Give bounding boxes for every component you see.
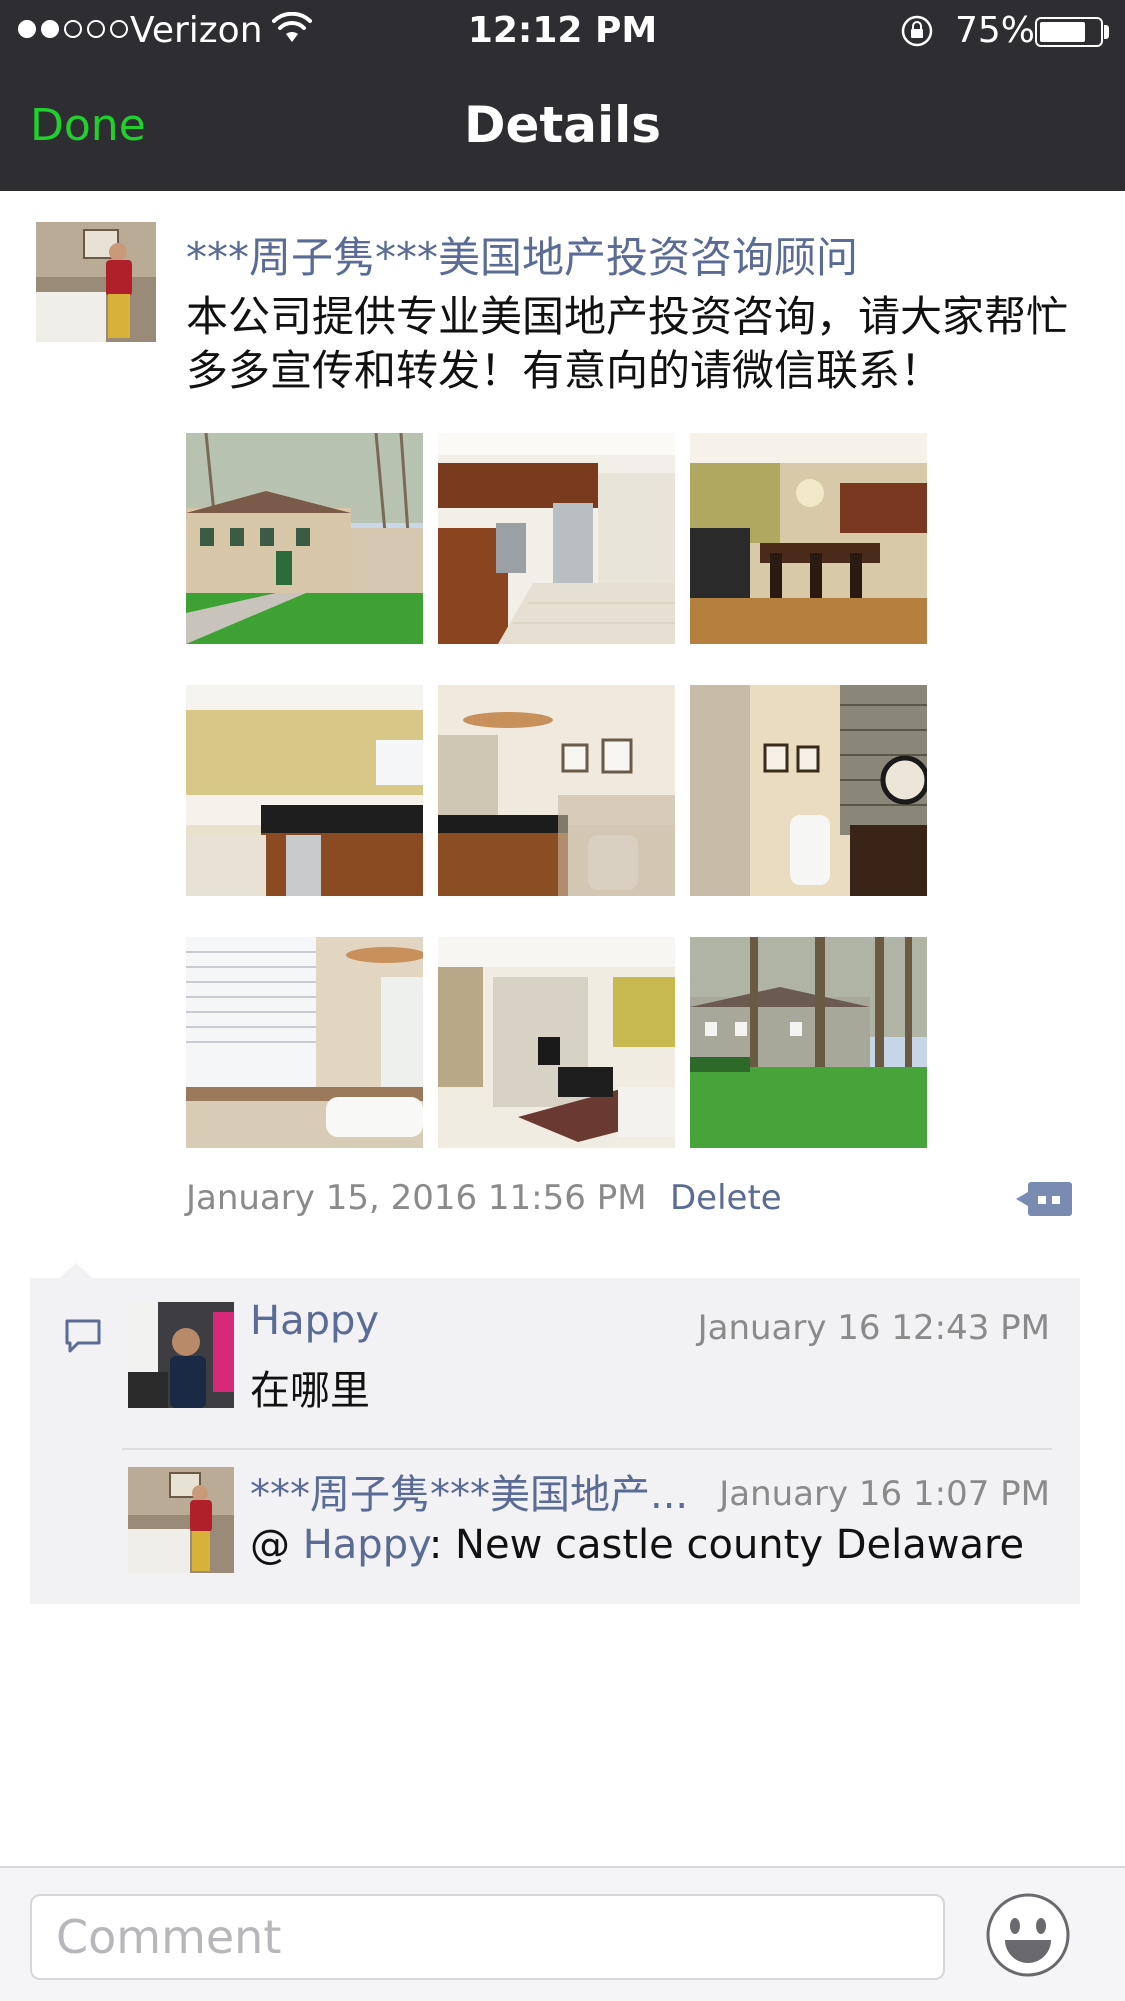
comment-like-menu-icon[interactable] xyxy=(1016,1176,1074,1220)
post-text: 本公司提供专业美国地产投资咨询，请大家帮忙多多宣传和转发！有意向的请微信联系！ xyxy=(186,292,1069,395)
comment-input[interactable] xyxy=(30,1894,945,1980)
post-photo-4[interactable] xyxy=(186,685,423,896)
post-photo-7[interactable] xyxy=(186,937,423,1148)
post-timestamp: January 15, 2016 11:56 PM xyxy=(186,1178,647,1218)
mention-link[interactable]: Happy xyxy=(303,1522,429,1568)
battery-percent: 75% xyxy=(955,10,1036,51)
post-photo-2[interactable] xyxy=(438,433,675,644)
post-photo-3[interactable] xyxy=(690,433,927,644)
post-photo-5[interactable] xyxy=(438,685,675,896)
mention-prefix: @ xyxy=(250,1522,303,1568)
comment-timestamp: January 16 12:43 PM xyxy=(697,1308,1050,1348)
comment-avatar[interactable] xyxy=(128,1302,234,1408)
post-photo-9[interactable] xyxy=(690,937,927,1148)
comment-avatar[interactable] xyxy=(128,1467,234,1573)
comment-text[interactable]: @ Happy: New castle county Delaware xyxy=(250,1522,1024,1568)
comment-author-name[interactable]: Happy xyxy=(250,1298,379,1344)
author-avatar[interactable] xyxy=(36,222,156,342)
battery-icon xyxy=(1035,17,1103,47)
comment-bubble-icon xyxy=(65,1319,101,1353)
comment-input-bar xyxy=(0,1866,1125,2001)
post-photo-8[interactable] xyxy=(438,937,675,1148)
emoji-icon[interactable] xyxy=(985,1892,1071,1978)
rotation-lock-icon xyxy=(901,15,933,47)
post-photo-6[interactable] xyxy=(690,685,927,896)
comment-author-name[interactable]: ***周子隽***美国地产... xyxy=(250,1462,750,1520)
comments-section: Happy January 16 12:43 PM 在哪里 ***周子隽***美… xyxy=(30,1278,1080,1604)
status-bar: Verizon 12:12 PM 75% xyxy=(0,0,1125,64)
comment-timestamp: January 16 1:07 PM xyxy=(719,1474,1050,1514)
top-bar: Verizon 12:12 PM 75% Done Details xyxy=(0,0,1125,191)
post-photo-1[interactable] xyxy=(186,433,423,644)
comment-divider xyxy=(122,1448,1052,1450)
comment-body: : New castle county Delaware xyxy=(428,1522,1025,1568)
post-author-name[interactable]: ***周子隽***美国地产投资咨询顾问 xyxy=(186,224,858,285)
comment-text[interactable]: 在哪里 xyxy=(250,1358,370,1416)
comments-pointer xyxy=(58,1263,94,1279)
delete-button[interactable]: Delete xyxy=(670,1178,782,1218)
page-title: Details xyxy=(463,96,662,154)
